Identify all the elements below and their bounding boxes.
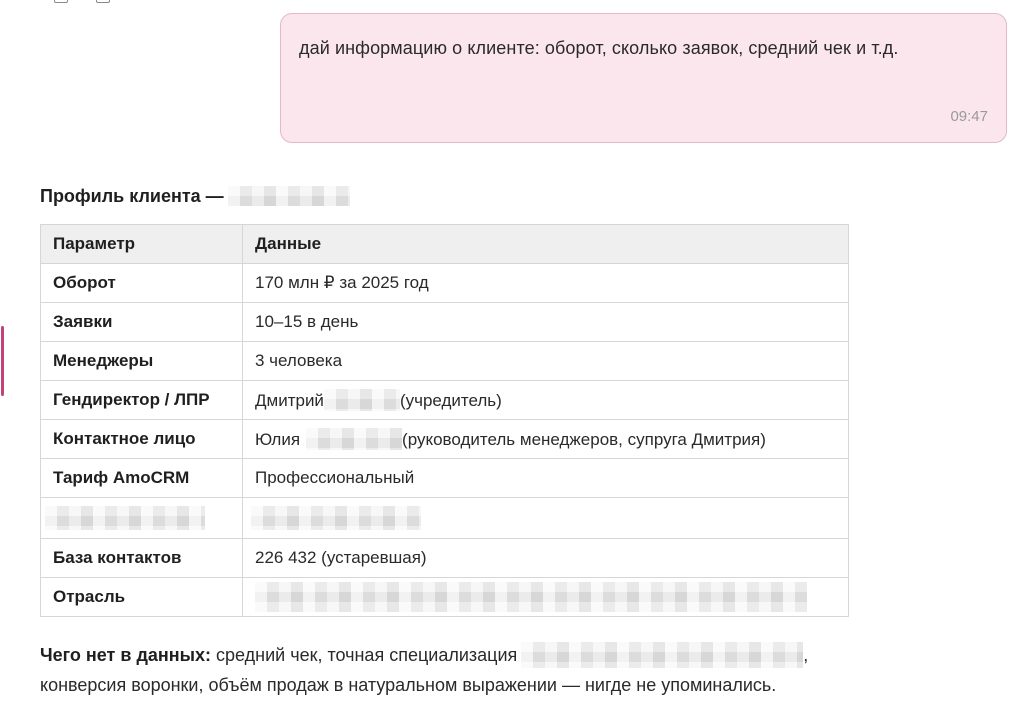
active-marker: [1, 326, 4, 396]
table-row-redacted: [40, 497, 849, 539]
table-header-row: Параметр Данные: [40, 224, 849, 264]
profile-heading: Профиль клиента —: [40, 186, 350, 207]
note-label: Чего нет в данных:: [40, 645, 211, 665]
row-param: Контактное лицо: [40, 419, 243, 459]
message-timestamp: 09:47: [950, 108, 988, 125]
redacted-value: [251, 506, 421, 530]
row-param: Оборот: [40, 263, 243, 303]
row-value: [242, 577, 849, 617]
user-message-bubble: дай информацию о клиенте: оборот, скольк…: [280, 13, 1007, 143]
note-comma: ,: [803, 645, 809, 665]
redacted-surname: [323, 389, 400, 411]
row-value: 10–15 в день: [242, 302, 849, 342]
row-value: Юлия (руководитель менеджеров, супруга Дм…: [242, 419, 849, 459]
table-row: База контактов 226 432 (устаревшая): [40, 538, 849, 578]
client-info-table: Параметр Данные Оборот 170 млн ₽ за 2025…: [40, 224, 849, 617]
director-first-name: Дмитрий: [255, 391, 324, 410]
row-value: 226 432 (устаревшая): [242, 538, 849, 578]
profile-heading-text: Профиль клиента —: [40, 186, 224, 206]
row-value: 170 млн ₽ за 2025 год: [242, 263, 849, 303]
contact-role: (руководитель менеджеров, супруга Дмитри…: [402, 430, 766, 449]
copy-icon[interactable]: [54, 0, 68, 3]
director-role: (учредитель): [399, 391, 502, 410]
table-row: Менеджеры 3 человека: [40, 341, 849, 381]
row-param: Гендиректор / ЛПР: [40, 380, 243, 420]
table-row: Заявки 10–15 в день: [40, 302, 849, 342]
user-message-text: дай информацию о клиенте: оборот, скольк…: [299, 38, 899, 58]
redacted-industry: [255, 582, 807, 612]
table-row: Контактное лицо Юлия (руководитель менедж…: [40, 419, 849, 459]
note-text-line2: конверсия воронки, объём продаж в натура…: [40, 675, 777, 695]
row-param: Заявки: [40, 302, 243, 342]
contact-first-name: Юлия: [255, 430, 301, 449]
missing-data-note: Чего нет в данных: средний чек, точная с…: [40, 640, 1000, 700]
redacted-specialization: [521, 642, 804, 668]
table-row: Отрасль: [40, 577, 849, 617]
row-param: Тариф AmoCRM: [40, 458, 243, 498]
table-row: Оборот 170 млн ₽ за 2025 год: [40, 263, 849, 303]
table-row: Тариф AmoCRM Профессиональный: [40, 458, 849, 498]
redacted-client-name: [227, 186, 350, 206]
note-text: средний чек, точная специализация: [216, 645, 518, 665]
redacted-param: [45, 506, 205, 530]
table-row: Гендиректор / ЛПР Дмитрий (учредитель): [40, 380, 849, 420]
table-header-param: Параметр: [40, 224, 243, 264]
redacted-surname: [306, 428, 403, 450]
row-param: Менеджеры: [40, 341, 243, 381]
chat-page: дай информацию о клиенте: оборот, скольк…: [0, 0, 1034, 715]
row-param: База контактов: [40, 538, 243, 578]
row-value: Профессиональный: [242, 458, 849, 498]
row-value: Дмитрий (учредитель): [242, 380, 849, 420]
share-icon[interactable]: [96, 0, 110, 3]
table-header-data: Данные: [242, 224, 849, 264]
row-param: Отрасль: [40, 577, 243, 617]
row-value-redacted: [242, 497, 849, 539]
row-param-redacted: [40, 497, 243, 539]
row-value: 3 человека: [242, 341, 849, 381]
